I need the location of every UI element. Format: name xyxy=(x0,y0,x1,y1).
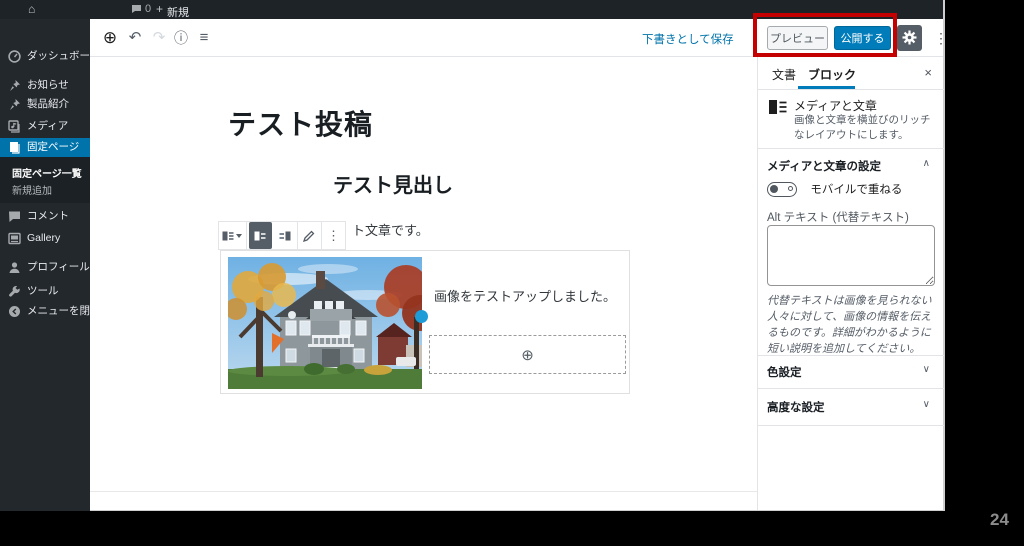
panel-divider xyxy=(758,355,944,356)
tab-document[interactable]: 文書 xyxy=(772,66,796,83)
canvas-bottom-border xyxy=(90,491,757,492)
new-plus-icon[interactable]: + xyxy=(156,2,163,16)
comment-count: 0 xyxy=(145,3,152,15)
settings-sidebar: 文書 ブロック × メディアと文章 画像と文章を横並びのリッチなレイアウトにしま… xyxy=(757,57,944,510)
media-text-block-icon xyxy=(768,99,788,115)
sidebar-item-tools[interactable]: ツール xyxy=(0,282,90,301)
redo-icon[interactable]: ↷ xyxy=(148,19,170,57)
media-icon xyxy=(8,120,21,133)
chevron-down-icon: ∨ xyxy=(922,364,930,375)
add-block-plus-icon: ⊕ xyxy=(521,346,534,364)
panel-divider xyxy=(758,425,944,426)
info-icon[interactable]: ⓘ xyxy=(170,19,192,57)
sidebar-item-gallery[interactable]: Gallery xyxy=(0,229,90,248)
toggle-label: モバイルで重ねる xyxy=(810,184,903,196)
active-tab-underline xyxy=(798,86,855,89)
alt-text-help: 代替テキストは画像を見られない人々に対して、画像の情報を伝えるものです。詳細がわ… xyxy=(767,295,932,355)
submenu-add-new[interactable]: 新規追加 xyxy=(12,182,52,197)
comment-icon xyxy=(8,210,21,223)
panel-divider xyxy=(758,388,944,389)
align-media-right-icon xyxy=(279,231,291,240)
sidebar-item-media[interactable]: メディア xyxy=(0,117,90,136)
more-tools-icon[interactable]: ⋮ xyxy=(933,23,949,53)
sidebar-item-profile[interactable]: プロフィール xyxy=(0,258,90,277)
wrench-icon xyxy=(8,285,21,298)
block-card: メディアと文章 画像と文章を横並びのリッチなレイアウトにします。 xyxy=(758,90,944,149)
block-description: 画像と文章を横並びのリッチなレイアウトにします。 xyxy=(794,114,931,142)
site-home-icon[interactable]: ⌂ xyxy=(28,2,35,16)
media-text-block[interactable]: 画像をテストアップしました。 ⊕ xyxy=(220,250,630,394)
slide-frame: ⌂ 0 + 新規 ダッシュボード お知らせ 製品紹介 メディア 固定ページ 固定… xyxy=(0,0,1024,546)
user-icon xyxy=(8,261,21,274)
admin-bar: ⌂ 0 + 新規 xyxy=(0,0,943,19)
close-icon[interactable]: × xyxy=(924,65,932,80)
pin-icon xyxy=(8,98,21,111)
toggle-switch[interactable] xyxy=(767,181,797,197)
admin-sidebar: ダッシュボード お知らせ 製品紹介 メディア 固定ページ 固定ページ一覧 新規追… xyxy=(0,19,111,511)
tab-block[interactable]: ブロック xyxy=(808,66,856,83)
editor-canvas[interactable]: テスト投稿 テスト見出し ト文章です。 ⋮ 画像をテストアップしました。 ⊕ xyxy=(90,57,757,510)
block-navigation-icon[interactable]: ≡ xyxy=(193,19,215,57)
stack-on-mobile-toggle[interactable]: モバイルで重ねる xyxy=(767,181,902,197)
align-media-left-icon xyxy=(254,231,266,240)
sidebar-item-collapse-menu[interactable]: メニューを閉じる xyxy=(0,302,111,321)
block-name: メディアと文章 xyxy=(794,99,877,113)
alt-text-input[interactable] xyxy=(767,225,935,286)
pin-icon xyxy=(8,79,21,92)
chevron-up-icon: ∧ xyxy=(922,158,930,169)
alt-text-label: Alt テキスト (代替テキスト) xyxy=(767,212,909,224)
chevron-down-icon xyxy=(236,233,243,238)
gallery-icon xyxy=(8,232,21,245)
pages-submenu: 固定ページ一覧 新規追加 xyxy=(0,157,90,203)
post-heading[interactable]: テスト見出し xyxy=(90,169,696,198)
settings-gear-button[interactable] xyxy=(897,25,922,51)
chevron-down-icon: ∨ xyxy=(922,399,930,410)
post-title[interactable]: テスト投稿 xyxy=(228,103,373,143)
sidebar-tabs: 文書 ブロック × xyxy=(758,57,944,90)
media-right-button[interactable] xyxy=(274,222,297,249)
block-more-options-icon[interactable]: ⋮ xyxy=(322,222,345,249)
admin-bar-new[interactable]: 新規 xyxy=(167,4,189,20)
undo-icon[interactable]: ↶ xyxy=(124,19,146,57)
sidebar-item-pages[interactable]: 固定ページ xyxy=(0,138,96,157)
save-draft-link[interactable]: 下書きとして保存 xyxy=(642,31,734,47)
paragraph-text[interactable]: ト文章です。 xyxy=(352,220,429,239)
sidebar-item-products[interactable]: 製品紹介 xyxy=(0,95,90,114)
block-appender[interactable]: ⊕ xyxy=(429,335,626,374)
dashboard-icon xyxy=(8,50,21,63)
slide-page-number: 24 xyxy=(990,510,1009,529)
edit-pencil-button[interactable] xyxy=(298,222,321,249)
media-text-icon xyxy=(222,231,234,240)
sidebar-item-comments[interactable]: コメント xyxy=(0,207,90,226)
sidebar-item-dashboard[interactable]: ダッシュボード xyxy=(0,47,101,66)
pages-icon xyxy=(8,141,21,154)
wordpress-screenshot: ⌂ 0 + 新規 ダッシュボード お知らせ 製品紹介 メディア 固定ページ 固定… xyxy=(0,0,948,511)
sidebar-item-news[interactable]: お知らせ xyxy=(0,76,90,95)
section-color-settings[interactable]: 色設定 ∨ xyxy=(758,364,944,386)
publish-button[interactable]: 公開する xyxy=(834,26,891,50)
comments-bubble-icon[interactable] xyxy=(131,4,142,14)
preview-button[interactable]: プレビュー xyxy=(767,26,828,50)
section-media-text-settings[interactable]: メディアと文章の設定 ∧ xyxy=(758,158,944,180)
submenu-page-list[interactable]: 固定ページ一覧 xyxy=(12,165,82,180)
block-toolbar: ⋮ xyxy=(218,221,346,250)
house-photo[interactable] xyxy=(228,257,422,389)
add-block-icon[interactable]: ⊕ xyxy=(98,19,122,57)
pencil-icon xyxy=(303,230,315,242)
section-advanced-settings[interactable]: 高度な設定 ∨ xyxy=(758,399,944,421)
editor-header: ⊕ ↶ ↷ ⓘ ≡ 下書きとして保存 プレビュー 公開する ⋮ xyxy=(90,19,948,57)
media-text-content[interactable]: 画像をテストアップしました。 xyxy=(434,286,624,305)
collapse-arrow-icon xyxy=(8,305,21,318)
resize-handle[interactable] xyxy=(415,310,428,323)
gear-icon xyxy=(902,30,917,45)
change-block-type-button[interactable] xyxy=(219,222,247,249)
media-left-button[interactable] xyxy=(248,222,272,249)
